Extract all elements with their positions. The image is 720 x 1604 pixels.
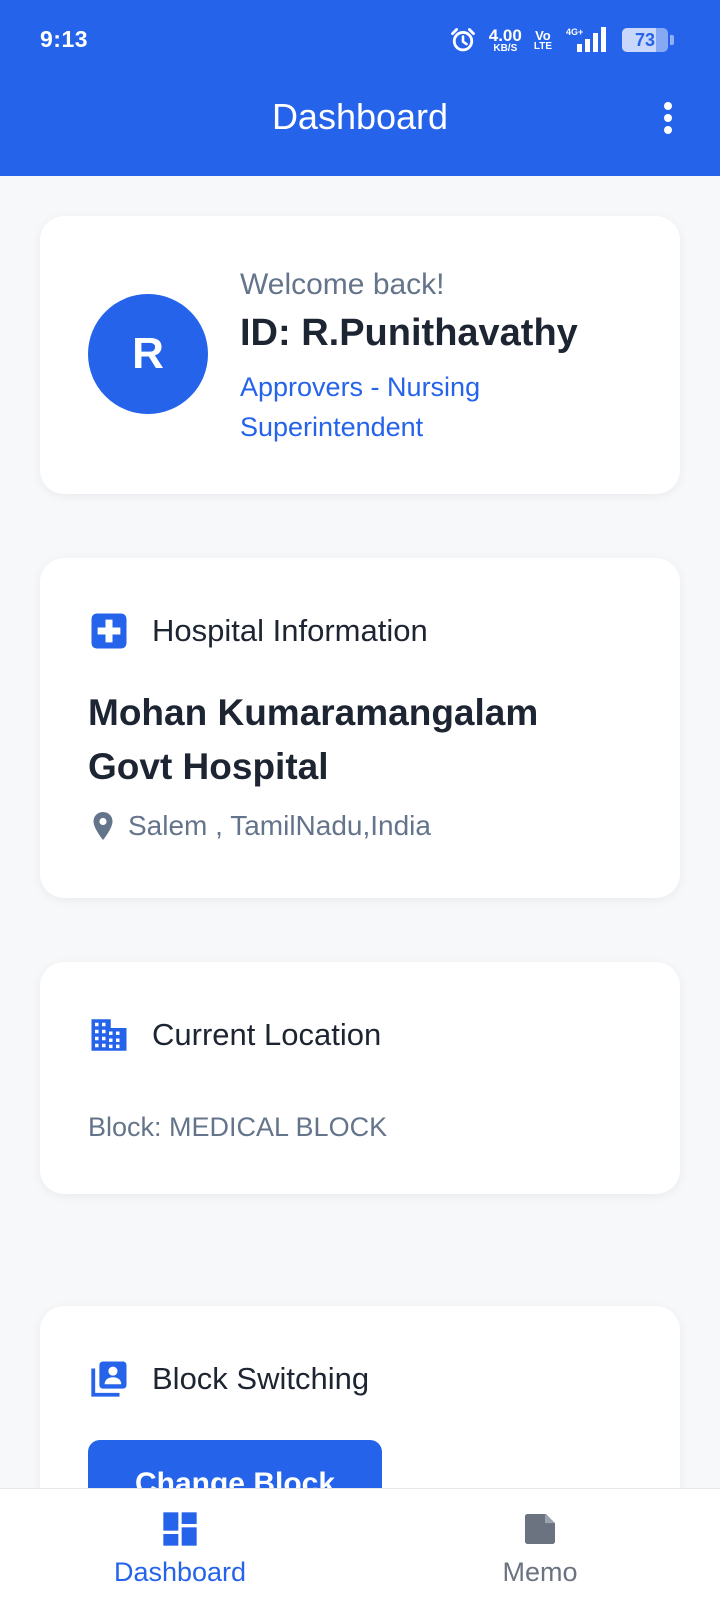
volte-bottom: LTE	[533, 40, 552, 52]
more-vert-icon[interactable]	[656, 98, 680, 138]
alarm-icon	[450, 28, 475, 52]
battery-icon: 73	[622, 28, 668, 52]
nav-item-memo[interactable]: Memo	[450, 1489, 630, 1604]
nav-label-memo: Memo	[502, 1557, 578, 1587]
block-card-title: Block Switching	[152, 1361, 370, 1396]
block-card-header: Block Switching	[88, 1358, 369, 1400]
net-speed-value: 4.00	[488, 25, 522, 45]
battery-tip	[670, 35, 674, 45]
medical-cross-icon	[91, 613, 127, 649]
signal-icon: 4G+	[566, 27, 606, 52]
welcome-text: Welcome back! ID: R.Punithavathy Approve…	[240, 268, 660, 447]
bottom-nav: Dashboard Memo	[0, 1488, 720, 1604]
network-type: 4G+	[566, 27, 583, 37]
nav-item-dashboard[interactable]: Dashboard	[90, 1489, 270, 1604]
net-speed: 4.00 KB/S	[489, 27, 522, 54]
status-time: 9:13	[40, 26, 89, 52]
welcome-card: R Welcome back! ID: R.Punithavathy Appro…	[40, 216, 680, 494]
net-speed-unit: KB/S	[493, 42, 518, 54]
hospital-card-header: Hospital Information	[88, 610, 428, 652]
battery-level: 73	[634, 30, 656, 50]
hospital-address: Salem , TamilNadu,India	[92, 810, 431, 842]
account-box-icon	[91, 1361, 127, 1397]
building-icon	[91, 1019, 127, 1051]
status-bar: 9:13 4.00 KB/S Vo LTE 4G+ 73	[0, 0, 720, 80]
current-block: Block: MEDICAL BLOCK	[88, 1112, 388, 1142]
volte-indicator: Vo LTE	[534, 29, 552, 52]
nav-label-dashboard: Dashboard	[113, 1557, 247, 1587]
dashboard-icon	[163, 1512, 197, 1546]
welcome-greeting: Welcome back!	[240, 268, 445, 301]
note-icon	[525, 1514, 555, 1544]
status-icons: 4.00 KB/S Vo LTE 4G+ 73	[449, 24, 674, 56]
hospital-card: Hospital Information Mohan Kumaramangala…	[40, 558, 680, 898]
location-card-title: Current Location	[152, 1017, 382, 1052]
page-title: Dashboard	[271, 96, 449, 137]
volte-top: Vo	[535, 27, 551, 43]
app-root: 9:13 4.00 KB/S Vo LTE 4G+ 73 Dashboard R…	[0, 0, 720, 1604]
user-id: ID: R.Punithavathy	[240, 312, 578, 354]
avatar: R	[88, 294, 208, 414]
hospital-card-title: Hospital Information	[152, 613, 428, 648]
location-card-header: Current Location	[88, 1014, 381, 1056]
location-pin-icon	[93, 812, 113, 840]
hospital-address-text: Salem , TamilNadu,India	[128, 810, 431, 841]
user-role: Approvers - Nursing Superintendent	[240, 372, 481, 442]
hospital-name: Mohan Kumaramangalam Govt Hospital	[88, 692, 539, 787]
location-card: Current Location Block: MEDICAL BLOCK	[40, 962, 680, 1194]
top-bar: 9:13 4.00 KB/S Vo LTE 4G+ 73 Dashboard	[0, 0, 720, 176]
